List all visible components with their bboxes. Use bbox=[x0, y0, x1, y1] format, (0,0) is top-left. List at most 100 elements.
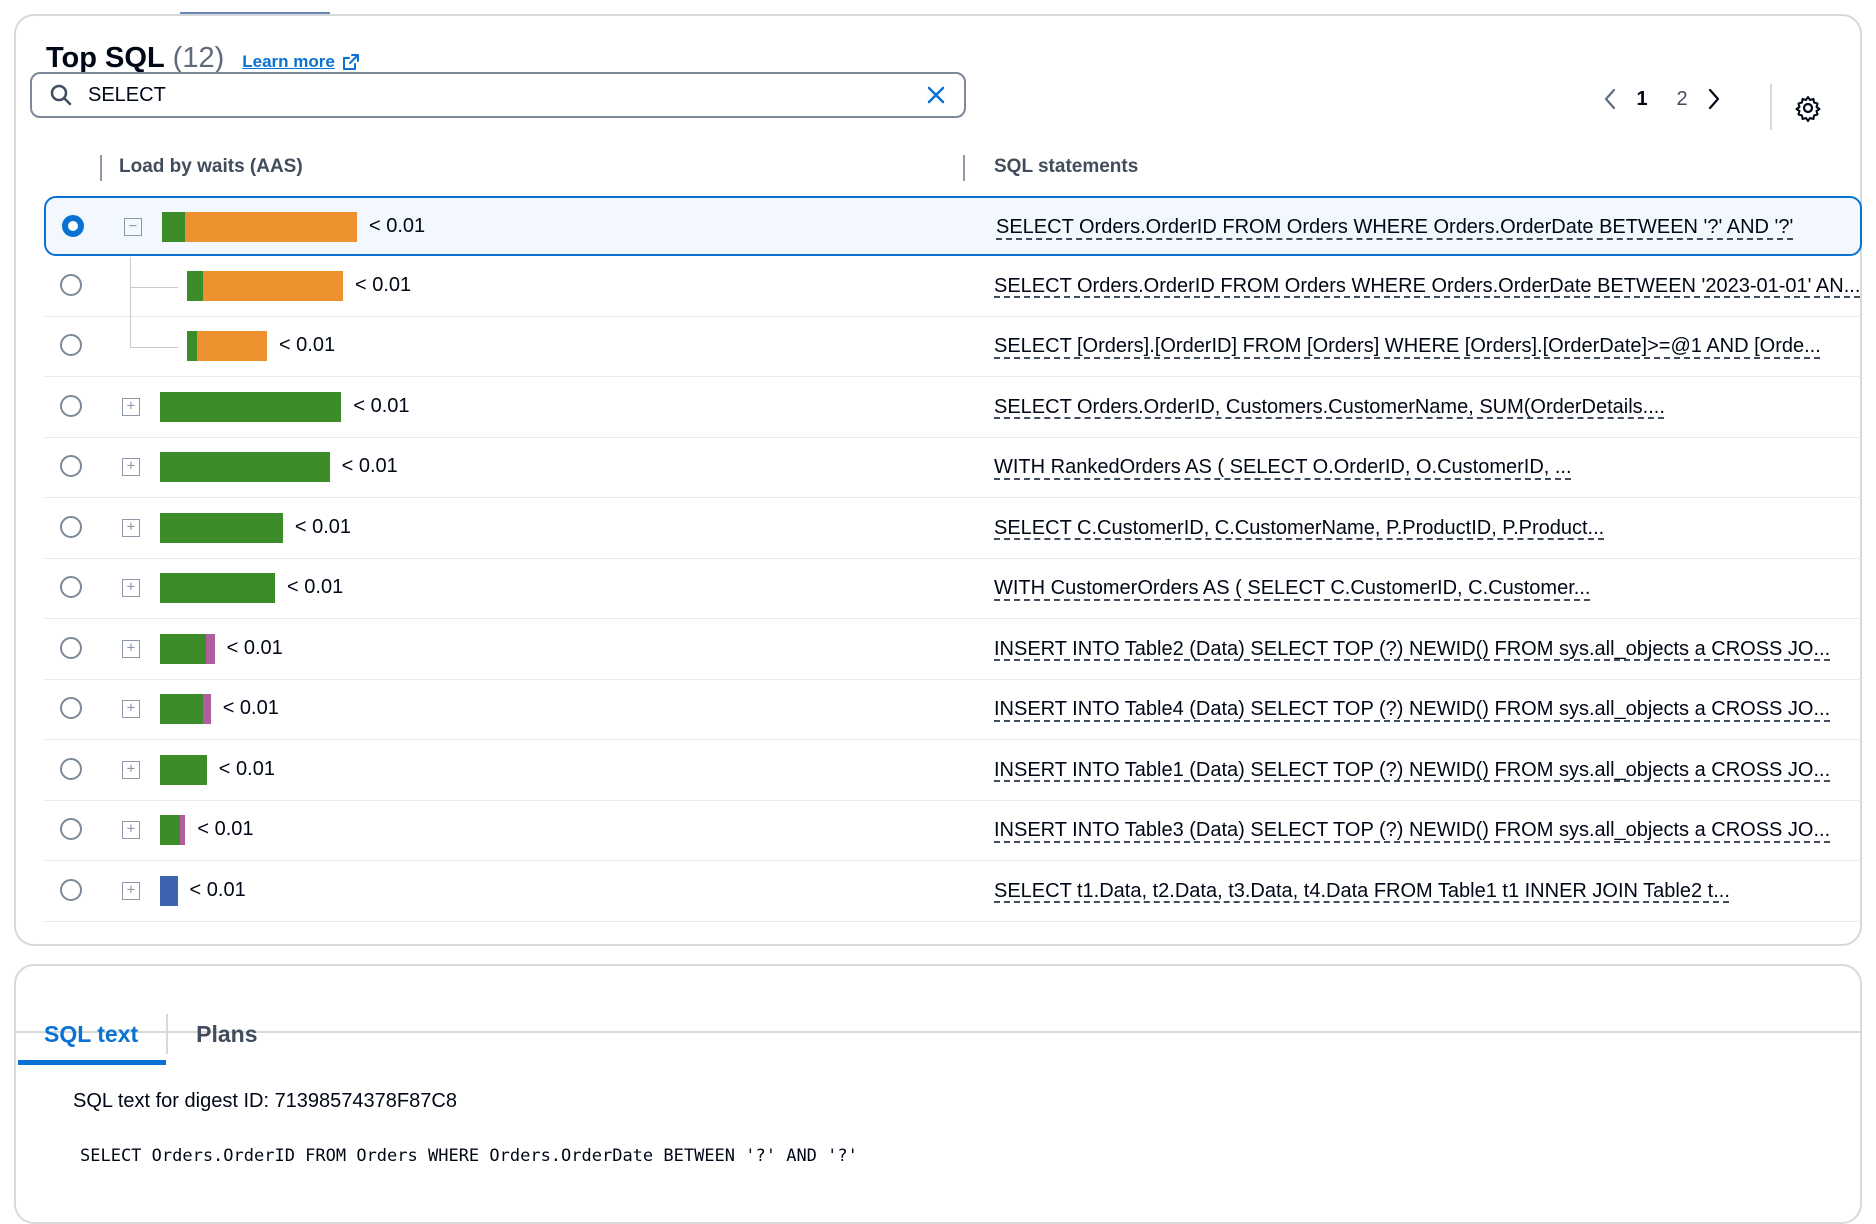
load-bar bbox=[160, 391, 342, 422]
search-input[interactable] bbox=[86, 82, 890, 108]
row-radio-button[interactable] bbox=[60, 394, 82, 417]
page-title: Top SQL bbox=[46, 42, 165, 74]
sql-statement-link[interactable]: WITH CustomerOrders AS ( SELECT C.Custom… bbox=[994, 577, 1590, 600]
row-radio-button[interactable] bbox=[60, 455, 82, 477]
expand-icon[interactable]: + bbox=[122, 881, 140, 900]
search-icon bbox=[50, 84, 72, 106]
load-bar-segment-cpu bbox=[187, 331, 197, 361]
load-bar-segment-cpu bbox=[160, 694, 204, 724]
table-row[interactable]: + < 0.01 INSERT INTO Table3 (Data) SELECT … bbox=[44, 801, 1862, 861]
row-radio-button[interactable] bbox=[60, 515, 82, 538]
expand-icon[interactable]: + bbox=[122, 760, 140, 779]
collapse-icon[interactable]: − bbox=[124, 218, 142, 236]
column-header-sql[interactable]: SQL statements bbox=[994, 156, 1138, 178]
load-bar-segment-cpu bbox=[160, 754, 207, 785]
load-bar-segment-cpu bbox=[160, 633, 207, 664]
load-value: < 0.01 bbox=[218, 757, 275, 780]
load-value: < 0.01 bbox=[222, 697, 279, 719]
load-value: < 0.01 bbox=[189, 878, 246, 901]
panel-header: Top SQL (12) Learn more bbox=[46, 42, 361, 75]
expand-icon[interactable]: + bbox=[122, 397, 140, 416]
expand-icon[interactable]: + bbox=[122, 579, 140, 597]
tab-sql-text[interactable]: SQL text bbox=[18, 1016, 167, 1065]
expand-icon[interactable]: + bbox=[122, 458, 140, 476]
load-value: < 0.01 bbox=[369, 215, 426, 237]
load-bar-segment-lock bbox=[160, 875, 178, 906]
tree-branch-icon bbox=[130, 347, 178, 348]
load-bar-segment-cpu bbox=[160, 573, 276, 603]
pager-divider bbox=[1770, 84, 1772, 130]
column-separator bbox=[100, 155, 102, 181]
load-bar bbox=[160, 633, 215, 664]
expand-icon[interactable]: + bbox=[122, 639, 140, 658]
tab-plans[interactable]: Plans bbox=[168, 1016, 285, 1060]
table-row[interactable]: + < 0.01 INSERT INTO Table1 (Data) SELECT … bbox=[44, 741, 1862, 801]
table-row[interactable]: < 0.01 SELECT [Orders].[OrderID] FROM [Or… bbox=[44, 317, 1862, 377]
load-bar bbox=[187, 331, 267, 361]
table-row[interactable]: + < 0.01 WITH CustomerOrders AS ( SELECT C… bbox=[44, 559, 1862, 619]
row-radio-button[interactable] bbox=[60, 576, 82, 598]
load-bar-segment-cpu bbox=[160, 512, 283, 543]
tree-connector-icon bbox=[130, 317, 131, 347]
row-radio-button[interactable] bbox=[60, 757, 82, 780]
clear-search-icon[interactable] bbox=[924, 83, 948, 107]
sql-statement-link[interactable]: SELECT Orders.OrderID, Customers.Custome… bbox=[994, 396, 1665, 419]
load-bar-segment-cpu bbox=[160, 815, 181, 845]
page-1-button[interactable]: 1 bbox=[1622, 88, 1662, 111]
page-2-button[interactable]: 2 bbox=[1662, 88, 1702, 111]
sql-statement-link[interactable]: INSERT INTO Table3 (Data) SELECT TOP (?)… bbox=[994, 819, 1830, 842]
sql-statement-link[interactable]: SELECT C.CustomerID, C.CustomerName, P.P… bbox=[994, 517, 1604, 540]
row-radio-button[interactable] bbox=[60, 697, 82, 719]
load-value: < 0.01 bbox=[341, 455, 398, 477]
row-radio-button[interactable] bbox=[60, 878, 82, 901]
sql-statement-link[interactable]: INSERT INTO Table2 (Data) SELECT TOP (?)… bbox=[994, 638, 1830, 661]
load-value: < 0.01 bbox=[287, 576, 344, 598]
column-separator bbox=[963, 155, 965, 181]
load-value: < 0.01 bbox=[355, 273, 412, 296]
table-row[interactable]: − < 0.01 SELECT Orders.OrderID FROM Orders… bbox=[44, 196, 1862, 256]
table-row[interactable]: < 0.01 SELECT Orders.OrderID FROM Orders … bbox=[44, 256, 1862, 317]
load-bar-segment-cpu bbox=[187, 270, 203, 301]
load-bar bbox=[160, 452, 330, 482]
load-value: < 0.01 bbox=[226, 636, 283, 659]
table-row[interactable]: + < 0.01 SELECT C.CustomerID, C.CustomerNa… bbox=[44, 499, 1862, 559]
table-row[interactable]: + < 0.01 SELECT Orders.OrderID, Customers.… bbox=[44, 378, 1862, 438]
sql-statement-link[interactable]: SELECT Orders.OrderID FROM Orders WHERE … bbox=[994, 275, 1860, 298]
sql-statement-link[interactable]: SELECT [Orders].[OrderID] FROM [Orders] … bbox=[994, 335, 1821, 358]
row-radio-button[interactable] bbox=[60, 636, 82, 659]
expand-icon[interactable]: + bbox=[122, 821, 140, 839]
learn-more-link[interactable]: Learn more bbox=[242, 52, 361, 72]
sql-statement-link[interactable]: INSERT INTO Table4 (Data) SELECT TOP (?)… bbox=[994, 698, 1830, 721]
load-value: < 0.01 bbox=[278, 334, 336, 356]
row-radio-button[interactable] bbox=[62, 215, 84, 237]
load-bar-segment-cpu bbox=[162, 212, 186, 242]
load-bar-segment-other bbox=[206, 633, 215, 664]
table-row[interactable]: + < 0.01 INSERT INTO Table4 (Data) SELECT … bbox=[44, 680, 1862, 740]
row-radio-button[interactable] bbox=[60, 334, 82, 356]
load-bar-segment-cpu bbox=[160, 452, 330, 482]
expand-icon[interactable]: + bbox=[122, 700, 140, 718]
sql-statement-link[interactable]: WITH RankedOrders AS ( SELECT O.OrderID,… bbox=[994, 456, 1572, 479]
gear-icon[interactable] bbox=[1794, 94, 1822, 122]
next-page-icon[interactable] bbox=[1702, 86, 1724, 112]
tree-branch-icon bbox=[130, 286, 178, 288]
learn-more-label: Learn more bbox=[242, 52, 335, 71]
table-row[interactable]: + < 0.01 WITH RankedOrders AS ( SELECT O.O… bbox=[44, 438, 1862, 498]
load-bar-segment-io bbox=[202, 270, 343, 301]
sql-statement-link[interactable]: SELECT t1.Data, t2.Data, t3.Data, t4.Dat… bbox=[994, 880, 1730, 903]
row-radio-button[interactable] bbox=[60, 818, 82, 840]
sql-statement-link[interactable]: INSERT INTO Table1 (Data) SELECT TOP (?)… bbox=[994, 759, 1830, 782]
tabs-divider bbox=[14, 1031, 1862, 1033]
load-bar bbox=[160, 754, 207, 785]
expand-icon[interactable]: + bbox=[122, 518, 140, 537]
load-value: < 0.01 bbox=[197, 818, 254, 840]
column-header-load[interactable]: Load by waits (AAS) bbox=[119, 156, 303, 178]
load-bar bbox=[187, 270, 343, 301]
previous-page-icon[interactable] bbox=[1600, 86, 1622, 112]
load-bar bbox=[160, 815, 186, 845]
sql-statement-link[interactable]: SELECT Orders.OrderID FROM Orders WHERE … bbox=[996, 216, 1793, 239]
load-bar-segment-other bbox=[203, 694, 211, 724]
table-row[interactable]: + < 0.01 SELECT t1.Data, t2.Data, t3.Data,… bbox=[44, 862, 1862, 922]
row-radio-button[interactable] bbox=[60, 273, 82, 296]
table-row[interactable]: + < 0.01 INSERT INTO Table2 (Data) SELECT … bbox=[44, 620, 1862, 680]
